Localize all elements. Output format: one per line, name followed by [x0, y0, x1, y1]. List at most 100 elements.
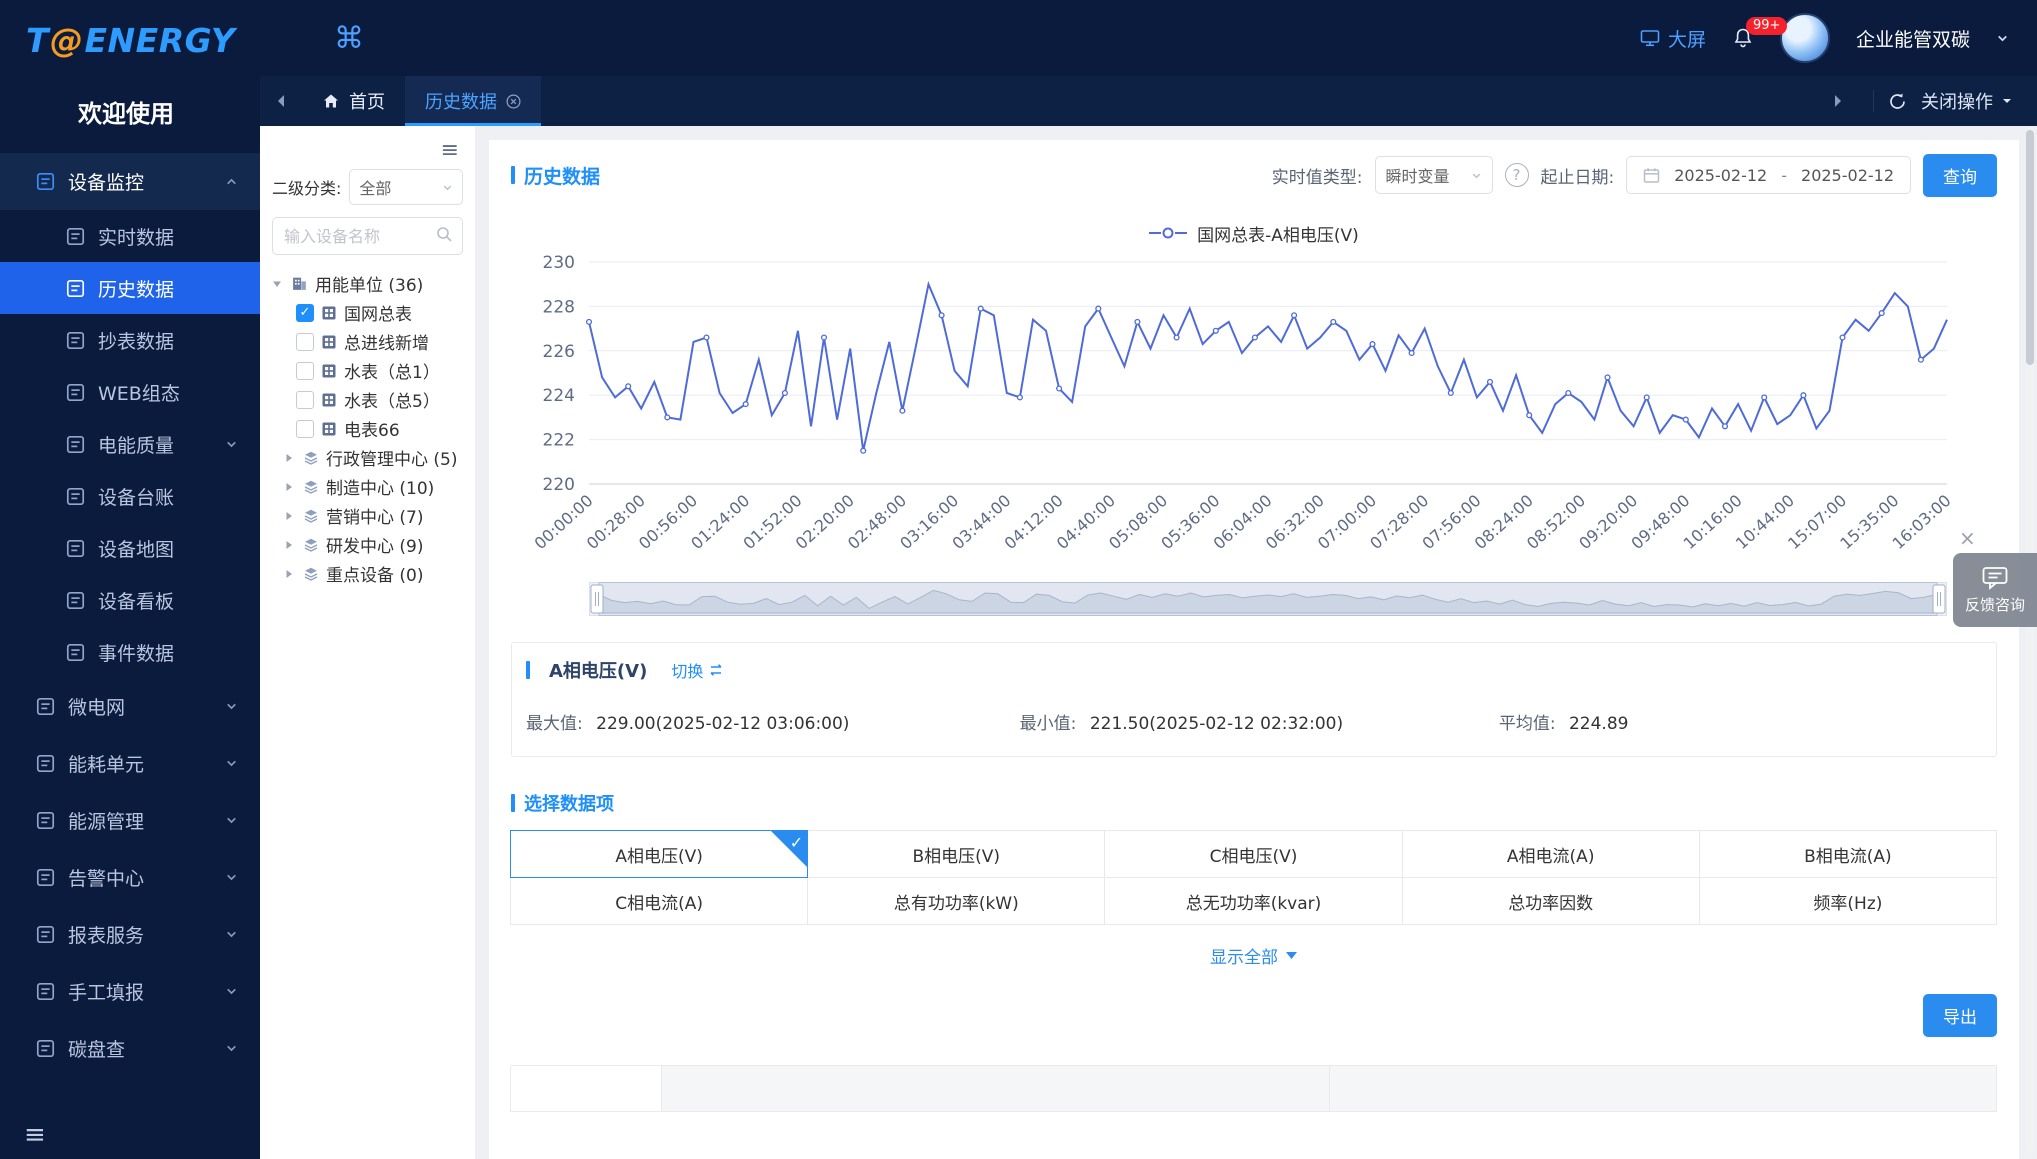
tab-home[interactable]: 首页 [302, 76, 405, 126]
user-avatar[interactable] [1780, 13, 1830, 63]
data-item-option[interactable]: B相电压(V) [807, 830, 1105, 878]
sidebar-item-device-monitor[interactable]: 设备监控 [0, 153, 260, 210]
device-checkbox[interactable]: ✓ [296, 304, 314, 322]
chart-legend[interactable]: 国网总表-A相电压(V) [511, 216, 1997, 250]
tab-close-icon[interactable] [506, 94, 521, 109]
date-separator: - [1781, 166, 1787, 185]
sidebar-item-device-ledger[interactable]: 设备台账 [0, 470, 260, 522]
sidebar-item-web-scada[interactable]: WEB组态 [0, 366, 260, 418]
sidebar-item-power-quality[interactable]: 电能质量 [0, 418, 260, 470]
date-range-picker[interactable]: 2025-02-12 - 2025-02-12 [1626, 156, 1911, 194]
scrollbar-thumb[interactable] [2026, 130, 2034, 365]
device-checkbox[interactable] [296, 333, 314, 351]
big-screen-label: 大屏 [1668, 25, 1706, 52]
sidebar-item-device-map[interactable]: 设备地图 [0, 522, 260, 574]
chevron-down-icon [225, 871, 238, 884]
svg-text:220: 220 [543, 475, 575, 495]
scrollbar-track[interactable] [2026, 128, 2034, 1153]
tab-history-data[interactable]: 历史数据 [405, 76, 541, 126]
tree-node-group[interactable]: 行政管理中心 (5) [284, 443, 463, 472]
device-search-input[interactable] [272, 217, 463, 255]
export-button[interactable]: 导出 [1923, 994, 1997, 1037]
tabs-scroll-left-icon[interactable] [260, 76, 302, 126]
tree-node-group[interactable]: 研发中心 (9) [284, 530, 463, 559]
sidebar-item-microgrid[interactable]: 微电网 [0, 678, 260, 735]
tabs-scroll-right-icon[interactable] [1817, 94, 1859, 108]
tree-node-group[interactable]: 营销中心 (7) [284, 501, 463, 530]
table-header-cell [661, 1066, 1330, 1112]
tree-node-device[interactable]: 水表（总5） [296, 385, 463, 414]
sidebar-item-device-board[interactable]: 设备看板 [0, 574, 260, 626]
sidebar-item-realtime-data[interactable]: 实时数据 [0, 210, 260, 262]
caret-down-icon[interactable] [272, 279, 284, 289]
sidebar-item-energy-unit[interactable]: 能耗单元 [0, 735, 260, 792]
data-item-option[interactable]: A相电压(V)✓ [510, 830, 808, 878]
sidebar-item-carbon-audit[interactable]: 碳盘查 [0, 1020, 260, 1077]
tree-node-root[interactable]: 用能单位 (36) [272, 269, 463, 298]
caret-right-icon[interactable] [284, 569, 296, 579]
big-screen-link[interactable]: 大屏 [1640, 25, 1706, 52]
feedback-widget: × 反馈咨询 [1953, 528, 2037, 627]
tree-node-device[interactable]: ✓国网总表 [296, 298, 463, 327]
sidebar-item-manual-report[interactable]: 手工填报 [0, 963, 260, 1020]
secondary-class-select[interactable]: 全部 [349, 169, 463, 205]
device-checkbox[interactable] [296, 362, 314, 380]
apps-icon[interactable]: ⌘ [334, 21, 364, 56]
sidebar-item-report-service[interactable]: 报表服务 [0, 906, 260, 963]
data-item-option[interactable]: C相电流(A) [510, 877, 808, 925]
sidebar-item-history-data[interactable]: 历史数据 [0, 262, 260, 314]
sidebar-item-energy-mgmt[interactable]: 能源管理 [0, 792, 260, 849]
caret-right-icon[interactable] [284, 453, 296, 463]
realtime-type-select[interactable]: 瞬时变量 [1375, 156, 1493, 194]
min-label: 最小值: [1020, 714, 1077, 734]
sidebar-item-event-data[interactable]: 事件数据 [0, 626, 260, 678]
chevron-down-icon [225, 928, 238, 941]
date-end-value[interactable]: 2025-02-12 [1801, 166, 1894, 185]
tree-node-device[interactable]: 水表（总1） [296, 356, 463, 385]
notifications-button[interactable]: 99+ [1732, 27, 1754, 49]
tree-node-group[interactable]: 制造中心 (10) [284, 472, 463, 501]
switch-link[interactable]: 切换 [671, 658, 724, 682]
avg-value: 224.89 [1569, 714, 1628, 734]
data-item-option[interactable]: A相电流(A) [1402, 830, 1700, 878]
caret-right-icon[interactable] [284, 540, 296, 550]
org-name[interactable]: 企业能管双碳 [1856, 25, 1970, 52]
data-item-grid: A相电压(V)✓B相电压(V)C相电压(V)A相电流(A)B相电流(A) C相电流… [511, 831, 1997, 925]
realtime-data-icon [66, 227, 85, 246]
panel-collapse-icon[interactable]: ≡ [441, 138, 459, 163]
device-tree: 用能单位 (36)✓国网总表总进线新增水表（总1）水表（总5）电表66行政管理中… [272, 269, 463, 588]
caret-right-icon[interactable] [284, 482, 296, 492]
data-item-option[interactable]: 频率(Hz) [1699, 877, 1997, 925]
feedback-close-icon[interactable]: × [1959, 528, 1976, 548]
device-checkbox[interactable] [296, 420, 314, 438]
datazoom-slider[interactable] [589, 582, 1947, 616]
data-item-option[interactable]: 总无功功率(kvar) [1104, 877, 1402, 925]
secondary-class-value: 全部 [359, 175, 391, 199]
data-item-option[interactable]: 总功率因数 [1402, 877, 1700, 925]
close-operations-button[interactable]: 关闭操作 [1921, 88, 2013, 114]
query-button[interactable]: 查询 [1923, 154, 1997, 197]
tree-node-device[interactable]: 电表66 [296, 414, 463, 443]
help-icon[interactable]: ? [1505, 163, 1529, 187]
switch-label: 切换 [671, 658, 703, 682]
refresh-icon[interactable] [1888, 92, 1907, 111]
feedback-button[interactable]: 反馈咨询 [1953, 553, 2037, 627]
sidebar-item-alarm-center[interactable]: 告警中心 [0, 849, 260, 906]
date-start-value[interactable]: 2025-02-12 [1674, 166, 1767, 185]
caret-right-icon[interactable] [284, 511, 296, 521]
tree-node-group[interactable]: 重点设备 (0) [284, 559, 463, 588]
data-item-option[interactable]: C相电压(V) [1104, 830, 1402, 878]
show-all-link[interactable]: 显示全部 [511, 943, 1997, 968]
chevron-down-icon[interactable] [1996, 32, 2009, 45]
collapse-menu-icon[interactable]: ≡ [24, 1120, 46, 1150]
meter-icon [321, 305, 337, 321]
device-checkbox[interactable] [296, 391, 314, 409]
sidebar-item-label: 报表服务 [68, 921, 144, 948]
page-title: 历史数据 [524, 162, 600, 189]
logo-at: @ [49, 21, 85, 60]
tree-node-device[interactable]: 总进线新增 [296, 327, 463, 356]
selector-header: 选择数据项 [511, 783, 1997, 823]
data-item-option[interactable]: B相电流(A) [1699, 830, 1997, 878]
data-item-option[interactable]: 总有功功率(kW) [807, 877, 1105, 925]
sidebar-item-meter-reading-data[interactable]: 抄表数据 [0, 314, 260, 366]
